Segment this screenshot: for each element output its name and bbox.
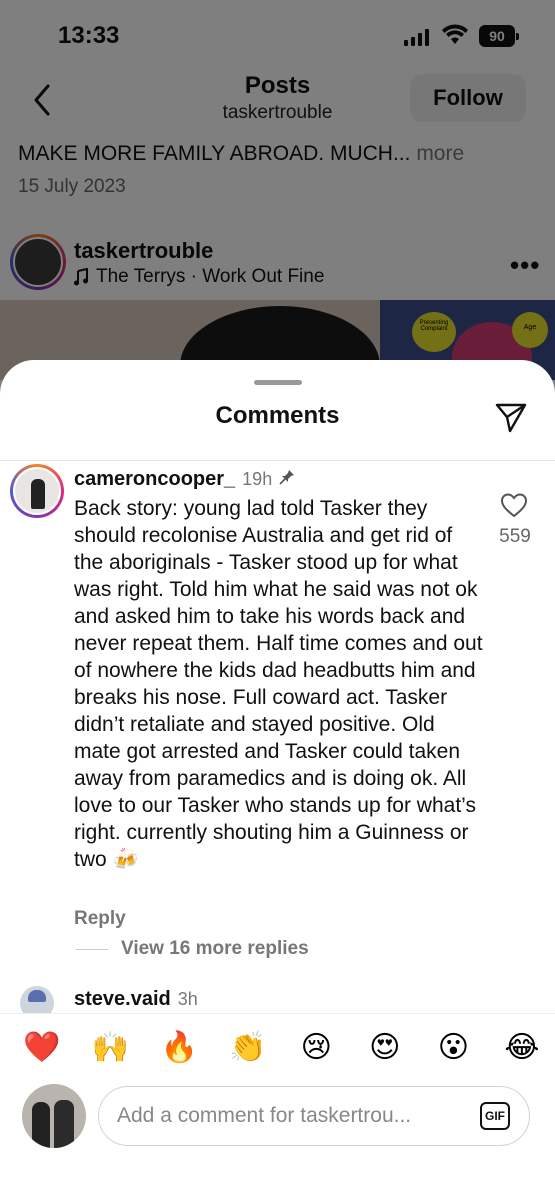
- comment-time: 19h: [242, 469, 273, 489]
- emoji-crying[interactable]: 😢: [296, 1030, 336, 1066]
- view-replies-button[interactable]: View 16 more replies: [121, 938, 309, 960]
- emoji-raised-hands[interactable]: 🙌: [91, 1030, 131, 1066]
- gif-button[interactable]: GIF: [480, 1102, 510, 1130]
- comment-composer: ❤️ 🙌 🔥 👏 😢 😍 😮 😂 Add a comment for taske…: [0, 1013, 555, 1200]
- comment-header: steve.vaid 3h: [74, 988, 198, 1011]
- like-count: 559: [499, 526, 531, 547]
- emoji-clap[interactable]: 👏: [228, 1030, 268, 1066]
- replies-line: [76, 949, 108, 950]
- emoji-heart[interactable]: ❤️: [22, 1030, 62, 1066]
- emoji-heart-eyes[interactable]: 😍: [365, 1030, 405, 1066]
- emoji-fire[interactable]: 🔥: [159, 1030, 199, 1066]
- commenter-avatar[interactable]: [10, 464, 64, 518]
- comment-text: Back story: young lad told Tasker they s…: [74, 497, 483, 871]
- divider: [0, 460, 555, 461]
- heart-icon[interactable]: [500, 492, 528, 518]
- drag-handle[interactable]: [254, 380, 302, 385]
- emoji-laughing[interactable]: 😂: [502, 1030, 542, 1066]
- comment-time: 3h: [177, 989, 198, 1009]
- comments-title: Comments: [215, 402, 340, 429]
- share-send-icon[interactable]: [494, 400, 528, 434]
- commenter-username[interactable]: steve.vaid: [74, 988, 171, 1011]
- comment-input[interactable]: Add a comment for taskertrou...: [98, 1086, 530, 1146]
- reply-button[interactable]: Reply: [74, 908, 126, 930]
- pin-icon: [279, 470, 295, 485]
- comment-header: cameroncooper_ 19h: [74, 468, 295, 491]
- comments-sheet: Comments cameroncooper_ 19h Back story: …: [0, 360, 555, 1200]
- my-avatar: [22, 1084, 86, 1148]
- commenter-username[interactable]: cameroncooper_: [74, 468, 235, 491]
- emoji-bar: ❤️ 🙌 🔥 👏 😢 😍 😮 😂: [22, 1030, 542, 1066]
- emoji-surprised[interactable]: 😮: [433, 1030, 473, 1066]
